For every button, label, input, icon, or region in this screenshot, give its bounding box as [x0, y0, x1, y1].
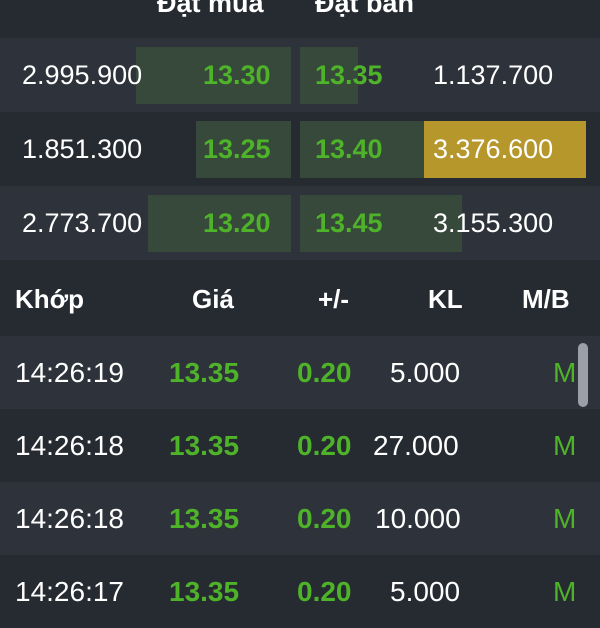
trade-price: 13.35	[169, 576, 240, 607]
bid-price[interactable]: 13.20	[203, 186, 271, 260]
trade-change: 0.20	[297, 503, 352, 534]
time-column-header: Khớp	[15, 284, 85, 314]
trade-side: M	[553, 357, 577, 388]
bid-volume: 1.851.300	[22, 134, 143, 164]
trade-volume: 5.000	[390, 357, 461, 388]
matched-row: 14:26:17 13.35 0.20 5.000 M	[0, 555, 600, 628]
trade-price: 13.35	[169, 357, 240, 388]
order-book-header: Đặt mua Đặt bán	[0, 0, 600, 38]
matched-row: 14:26:19 13.35 0.20 5.000 M	[0, 336, 600, 409]
trade-side: M	[553, 430, 577, 461]
change-column-header: +/-	[318, 284, 350, 314]
matched-row: 14:26:18 13.35 0.20 27.000 M	[0, 409, 600, 482]
ask-price[interactable]: 13.40	[315, 112, 383, 186]
ask-volume: 3.155.300	[433, 208, 554, 238]
scrollbar-thumb[interactable]	[578, 343, 588, 407]
ask-volume: 3.376.600	[433, 134, 554, 164]
matched-header: Khớp Giá +/- KL M/B	[0, 262, 600, 336]
trade-change: 0.20	[297, 576, 352, 607]
bid-volume: 2.995.900	[22, 60, 143, 90]
bid-price[interactable]: 13.30	[203, 38, 271, 112]
trade-price: 13.35	[169, 430, 240, 461]
ask-header: Đặt bán	[315, 0, 415, 18]
order-book-row[interactable]: 2.995.900 13.30 13.35 1.137.700	[0, 38, 600, 112]
price-column-header: Giá	[192, 284, 234, 314]
ask-price[interactable]: 13.35	[315, 38, 383, 112]
bid-header: Đặt mua	[157, 0, 264, 18]
trade-volume: 10.000	[375, 503, 461, 534]
trade-time: 14:26:17	[15, 576, 124, 607]
side-column-header: M/B	[522, 284, 570, 314]
bid-price[interactable]: 13.25	[203, 112, 271, 186]
trade-side: M	[553, 576, 577, 607]
trade-price: 13.35	[169, 503, 240, 534]
volume-column-header: KL	[428, 284, 463, 314]
trade-change: 0.20	[297, 357, 352, 388]
ask-volume: 1.137.700	[433, 60, 554, 90]
trade-volume: 27.000	[373, 430, 459, 461]
trade-time: 14:26:18	[15, 430, 124, 461]
ask-price[interactable]: 13.45	[315, 186, 383, 260]
order-book-row[interactable]: 2.773.700 13.20 13.45 3.155.300	[0, 186, 600, 260]
trade-side: M	[553, 503, 577, 534]
order-book-row[interactable]: 1.851.300 13.25 13.40 3.376.600	[0, 112, 600, 186]
matched-row: 14:26:18 13.35 0.20 10.000 M	[0, 482, 600, 555]
trade-time: 14:26:19	[15, 357, 124, 388]
trade-volume: 5.000	[390, 576, 461, 607]
bid-volume: 2.773.700	[22, 208, 143, 238]
trade-change: 0.20	[297, 430, 352, 461]
trade-time: 14:26:18	[15, 503, 124, 534]
